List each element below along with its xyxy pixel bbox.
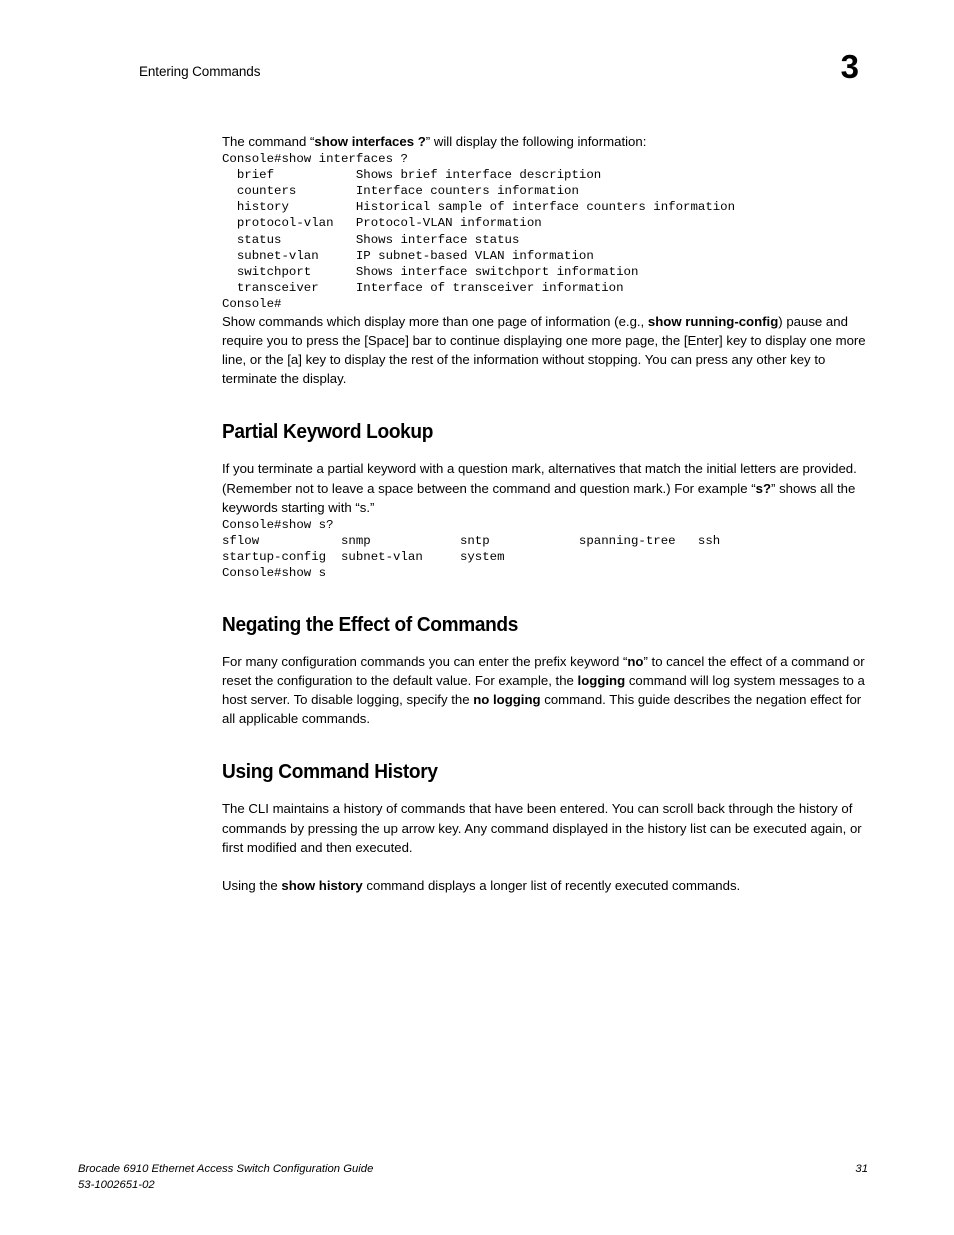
heading-negating-commands: Negating the Effect of Commands <box>222 613 519 637</box>
section-command-history: Using Command History <box>222 760 867 784</box>
negating-bold-no: no <box>627 654 644 670</box>
cli-output-show-s: Console#show s? sflow snmp sntp spanning… <box>222 517 721 580</box>
section-negating-commands: Negating the Effect of Commands <box>222 613 867 637</box>
footer-guide-title: Brocade 6910 Ethernet Access Switch Conf… <box>78 1163 374 1175</box>
partial-keyword-paragraph: If you terminate a partial keyword with … <box>222 459 867 516</box>
negating-bold-logging: logging <box>577 673 626 689</box>
heading-using-command-history: Using Command History <box>222 760 438 784</box>
command-history-bold: show history <box>281 877 363 893</box>
heading-partial-keyword-lookup: Partial Keyword Lookup <box>222 420 434 444</box>
negating-text-1: For many configuration commands you can … <box>222 654 628 670</box>
paging-command-bold: show running-config <box>647 314 779 330</box>
paging-paragraph: Show commands which display more than on… <box>222 312 867 388</box>
negating-paragraph: For many configuration commands you can … <box>222 652 867 728</box>
paging-text-before: Show commands which display more than on… <box>222 314 648 330</box>
negating-bold-no-logging: no logging <box>473 692 541 708</box>
command-history-paragraph-2: Using the show history command displays … <box>222 876 867 895</box>
running-header-title: Entering Commands <box>139 64 261 79</box>
page-footer: Brocade 6910 Ethernet Access Switch Conf… <box>78 1162 868 1202</box>
chapter-number: 3 <box>840 48 859 85</box>
command-history-text-after: command displays a longer list of recent… <box>362 877 741 893</box>
document-page: Entering Commands 3 The command “show in… <box>0 0 954 1235</box>
command-history-text-before: Using the <box>222 877 282 893</box>
partial-keyword-bold: s? <box>755 480 772 496</box>
page-content: The command “show interfaces ?” will dis… <box>222 132 867 895</box>
intro-text-after: ” will display the following information… <box>425 134 647 149</box>
cli-output-show-interfaces: Console#show interfaces ? brief Shows br… <box>222 152 736 311</box>
footer-document-info: Brocade 6910 Ethernet Access Switch Conf… <box>78 1162 373 1193</box>
footer-document-number: 53-1002651-02 <box>78 1178 155 1191</box>
intro-command-bold: show interfaces ? <box>314 134 426 149</box>
command-history-paragraph-1: The CLI maintains a history of commands … <box>222 801 862 855</box>
intro-text-before: The command “ <box>222 134 315 149</box>
section-partial-keyword-lookup: Partial Keyword Lookup <box>222 420 867 444</box>
page-header: Entering Commands 3 <box>139 50 859 98</box>
footer-page-number: 31 <box>855 1163 868 1175</box>
intro-paragraph: The command “show interfaces ?” will dis… <box>222 132 867 151</box>
